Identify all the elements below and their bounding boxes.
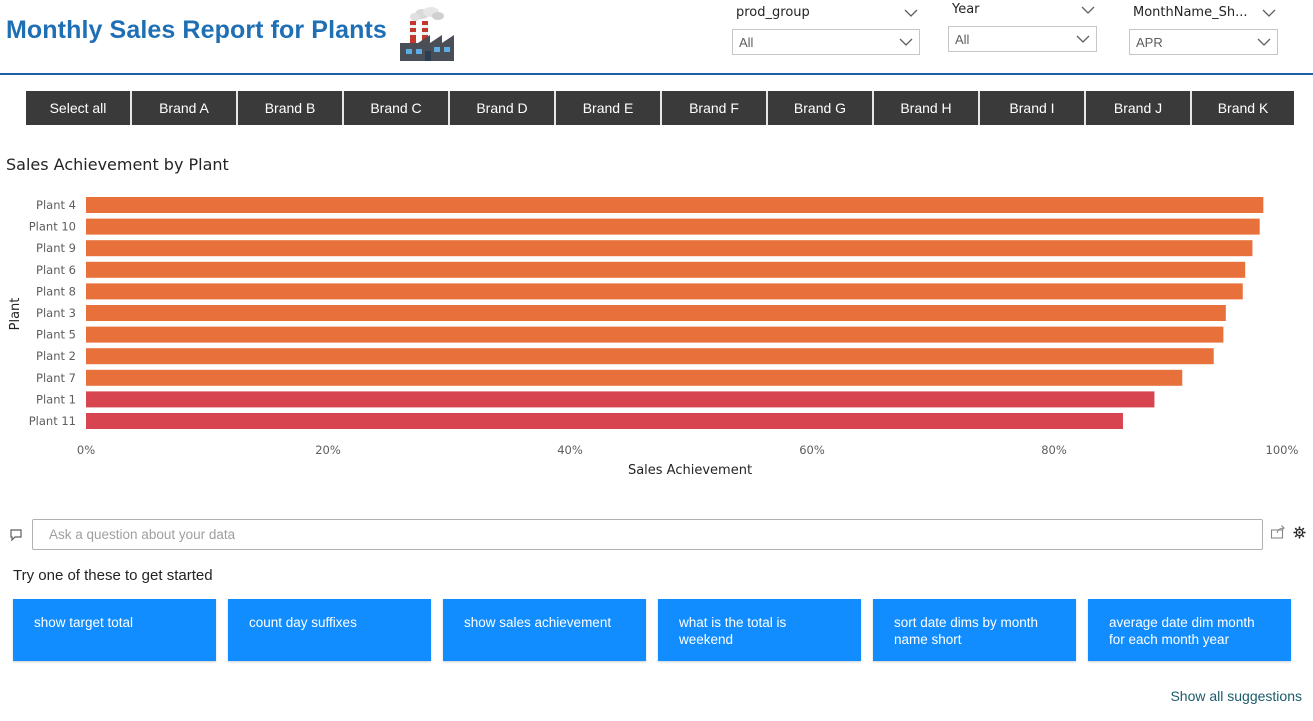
slicer-month-name: MonthName_Sh... APR <box>1129 5 1281 57</box>
y-tick-label: Plant 8 <box>36 284 76 298</box>
x-tick-label: 20% <box>315 443 341 457</box>
bar-plant-5[interactable] <box>86 326 1224 343</box>
bar-plant-6[interactable] <box>86 261 1246 278</box>
brand-button-select-all[interactable]: Select all <box>26 91 132 125</box>
bar-plant-7[interactable] <box>86 369 1183 386</box>
brand-button[interactable]: Brand C <box>344 91 450 125</box>
chevron-down-icon <box>1257 38 1271 46</box>
brand-slicer: Select all Brand A Brand B Brand C Brand… <box>26 91 1294 125</box>
slicer-prod-group: prod_group All <box>732 5 922 57</box>
page-title: Monthly Sales Report for Plants <box>6 16 387 44</box>
sales-achievement-chart: Plant 4 Plant 10 Plant 9 Plant 6 Plant 8 Plan… <box>8 197 1299 478</box>
slicer-title: Year <box>952 2 980 17</box>
suggestion-list: show target total count day suffixes sho… <box>13 599 1291 661</box>
x-tick-label: 100% <box>1266 443 1299 457</box>
report-page: Monthly Sales Report for Plants prod_gro… <box>0 0 1313 721</box>
bar-plant-2[interactable] <box>86 348 1214 365</box>
month-dropdown[interactable]: APR <box>1129 29 1278 55</box>
year-dropdown[interactable]: All <box>948 26 1097 52</box>
x-axis-label: Sales Achievement <box>628 463 752 478</box>
chevron-down-icon[interactable] <box>1081 4 1095 16</box>
y-tick-label: Plant 7 <box>36 371 76 385</box>
gear-icon[interactable] <box>1293 526 1306 539</box>
chart-title: Sales Achievement by Plant <box>6 155 229 174</box>
suggestion-button[interactable]: average date dim month for each month ye… <box>1088 599 1291 661</box>
chevron-down-icon[interactable] <box>1262 7 1276 19</box>
bar-plant-1[interactable] <box>86 391 1155 408</box>
brand-button[interactable]: Brand A <box>132 91 238 125</box>
y-tick-label: Plant 10 <box>29 220 76 234</box>
brand-button[interactable]: Brand D <box>450 91 556 125</box>
dropdown-value: All <box>955 32 970 47</box>
qa-question-input[interactable] <box>32 519 1263 550</box>
share-icon[interactable] <box>1270 524 1286 540</box>
slicer-title: MonthName_Sh... <box>1133 5 1248 20</box>
slicer-title: prod_group <box>736 5 810 20</box>
suggestion-button[interactable]: show target total <box>13 599 216 661</box>
bar-plant-3[interactable] <box>86 305 1226 321</box>
bar-plant-9[interactable] <box>86 240 1253 257</box>
suggestion-button[interactable]: sort date dims by month name short <box>873 599 1076 661</box>
suggestions-heading: Try one of these to get started <box>13 567 213 584</box>
bar-plant-4[interactable] <box>86 197 1264 213</box>
y-axis-label: Plant <box>8 298 23 331</box>
dropdown-value: APR <box>1136 35 1163 50</box>
y-tick-label: Plant 11 <box>29 414 76 428</box>
x-tick-label: 0% <box>77 443 95 457</box>
bar-plant-10[interactable] <box>86 218 1260 235</box>
brand-button[interactable]: Brand I <box>980 91 1086 125</box>
x-tick-label: 40% <box>557 443 583 457</box>
suggestion-button[interactable]: show sales achievement <box>443 599 646 661</box>
show-all-suggestions-link[interactable]: Show all suggestions <box>1170 688 1302 704</box>
y-tick-label: Plant 3 <box>36 306 76 320</box>
x-tick-label: 80% <box>1041 443 1067 457</box>
prod-group-dropdown[interactable]: All <box>732 29 920 55</box>
factory-icon <box>400 7 454 61</box>
x-tick-label: 60% <box>799 443 825 457</box>
y-tick-label: Plant 4 <box>36 198 76 212</box>
dropdown-value: All <box>739 35 754 50</box>
y-tick-label: Plant 2 <box>36 349 76 363</box>
bar-plant-11[interactable] <box>86 413 1123 429</box>
brand-button[interactable]: Brand F <box>662 91 768 125</box>
chat-icon <box>10 529 22 542</box>
brand-button[interactable]: Brand E <box>556 91 662 125</box>
brand-button[interactable]: Brand K <box>1192 91 1294 125</box>
suggestion-button[interactable]: count day suffixes <box>228 599 431 661</box>
brand-button[interactable]: Brand J <box>1086 91 1192 125</box>
slicer-year: Year All <box>948 2 1100 54</box>
chevron-down-icon[interactable] <box>904 7 918 19</box>
chevron-down-icon <box>899 38 913 46</box>
y-tick-label: Plant 5 <box>36 328 76 342</box>
header-divider <box>0 73 1313 75</box>
y-tick-label: Plant 1 <box>36 392 76 406</box>
suggestion-button[interactable]: what is the total is weekend <box>658 599 861 661</box>
chevron-down-icon <box>1076 35 1090 43</box>
brand-button[interactable]: Brand B <box>238 91 344 125</box>
brand-button[interactable]: Brand G <box>768 91 874 125</box>
y-tick-label: Plant 9 <box>36 241 76 255</box>
y-tick-label: Plant 6 <box>36 263 76 277</box>
brand-button[interactable]: Brand H <box>874 91 980 125</box>
bar-plant-8[interactable] <box>86 283 1243 300</box>
